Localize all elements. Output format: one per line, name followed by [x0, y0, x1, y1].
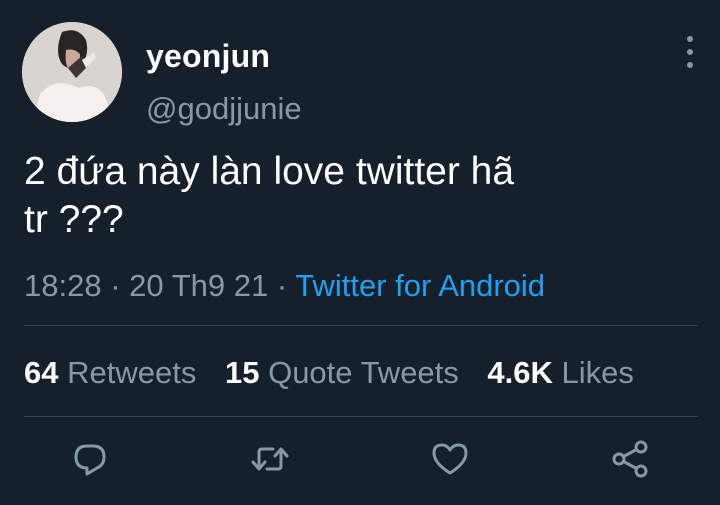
tweet-source-link[interactable]: Twitter for Android: [295, 268, 545, 303]
dot: [687, 62, 693, 68]
retweets-label: Retweets: [67, 355, 197, 390]
tweet-date[interactable]: 20 Th9 21: [129, 268, 268, 303]
retweet-icon: [251, 447, 289, 471]
quote-tweets-label: Quote Tweets: [268, 355, 459, 390]
tweet-time[interactable]: 18:28: [24, 268, 102, 303]
display-name[interactable]: yeonjun: [146, 38, 270, 75]
tweet-text: 2 đứa này làn love twitter hã tr ???: [24, 148, 664, 244]
quote-tweets-count: 15: [224, 355, 260, 390]
quote-tweets-stat[interactable]: 15 Quote Tweets: [225, 355, 459, 390]
user-handle[interactable]: @godjjunie: [146, 91, 302, 127]
reply-button[interactable]: [68, 435, 112, 483]
share-button[interactable]: [608, 435, 652, 483]
tweet-text-line: 2 đứa này làn love twitter hã: [24, 150, 515, 193]
meta-separator: ·: [110, 268, 121, 303]
likes-count: 4.6K: [487, 355, 553, 390]
action-bar: [0, 435, 720, 485]
retweets-stat[interactable]: 64 Retweets: [24, 355, 196, 390]
dot: [687, 49, 693, 55]
divider: [24, 416, 698, 417]
tweet-text-line: tr ???: [24, 198, 124, 241]
retweet-button[interactable]: [248, 435, 292, 483]
retweets-count: 64: [24, 355, 59, 390]
like-icon: [432, 443, 468, 475]
avatar[interactable]: [22, 22, 122, 122]
reply-icon: [74, 444, 106, 476]
more-options-icon[interactable]: [678, 36, 702, 68]
likes-stat[interactable]: 4.6K Likes: [487, 355, 633, 390]
tweet-stats: 64 Retweets 15 Quote Tweets 4.6K Likes: [24, 355, 654, 391]
share-icon: [612, 440, 648, 478]
likes-label: Likes: [561, 355, 634, 390]
tweet-meta: 18:28 · 20 Th9 21 · Twitter for Android: [24, 268, 545, 304]
meta-separator: ·: [276, 268, 288, 303]
dot: [687, 36, 693, 42]
like-button[interactable]: [428, 435, 472, 483]
avatar-photo: [22, 22, 122, 122]
divider: [24, 325, 698, 326]
